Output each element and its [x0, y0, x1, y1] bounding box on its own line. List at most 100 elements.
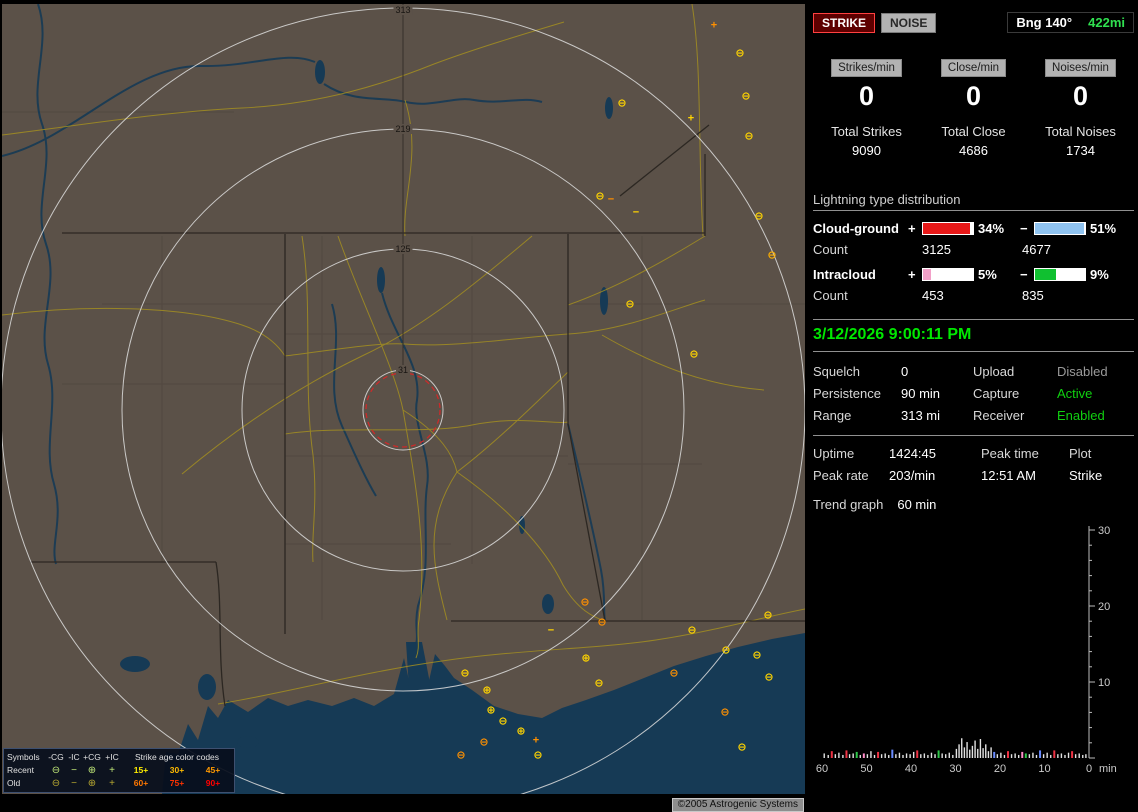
uptime-value: 1424:45 — [889, 446, 981, 461]
legend-symbols-header: Symbols — [7, 751, 47, 764]
capture-status: Active — [1057, 386, 1129, 401]
plot-label: Plot — [1069, 446, 1127, 461]
count-label: Count — [813, 242, 908, 257]
plus-sign: + — [908, 267, 922, 282]
total-close-value: 4686 — [920, 143, 1027, 158]
svg-text:10: 10 — [1038, 763, 1050, 774]
total-noises-value: 1734 — [1027, 143, 1134, 158]
upload-status: Disabled — [1057, 364, 1129, 379]
legend-type-header: +CG — [83, 751, 101, 764]
panel-topbar: STRIKE NOISE Bng 140° 422mi — [813, 12, 1134, 33]
squelch-label: Squelch — [813, 364, 901, 379]
datetime-box: 3/12/2026 9:00:11 PM — [813, 319, 1134, 352]
datetime-value: 3/12/2026 9:00:11 PM — [813, 326, 1134, 344]
trend-window-value: 60 min — [897, 497, 936, 512]
intracloud-pos-bar — [922, 268, 974, 281]
legend-age-30: 30+ — [159, 764, 195, 777]
intracloud-pos-count: 453 — [922, 288, 1022, 303]
intracloud-neg-bar — [1034, 268, 1086, 281]
intracloud-neg-pct: 9% — [1086, 267, 1128, 282]
legend-symbol-ic-pos: + — [101, 764, 123, 777]
legend-type-header: -CG — [47, 751, 65, 764]
intracloud-pos-pct: 5% — [974, 267, 1020, 282]
bearing-display: Bng 140° 422mi — [1007, 12, 1134, 33]
legend-age-15: 15+ — [123, 764, 159, 777]
copyright-label: ©2005 Astrogenic Systems — [672, 798, 804, 812]
legend-row-recent: Recent — [7, 764, 47, 777]
trend-header: Trend graph 60 min — [813, 497, 1134, 512]
squelch-value: 0 — [901, 364, 973, 379]
bearing-distance: 422mi — [1088, 15, 1125, 30]
strikes-per-min-chip[interactable]: Strikes/min — [831, 59, 902, 77]
rates-row: Strikes/min 0 Close/min 0 Noises/min 0 — [813, 59, 1134, 112]
legend-symbol-ic-neg: − — [65, 777, 83, 790]
cloud-ground-pos-count: 3125 — [922, 242, 1022, 257]
total-strikes-label: Total Strikes — [813, 124, 920, 139]
cloud-ground-label: Cloud-ground — [813, 221, 908, 236]
legend-symbol-ic-pos: + — [101, 777, 123, 790]
capture-label: Capture — [973, 386, 1057, 401]
legend-symbol-cg-neg: ⊖ — [47, 777, 65, 790]
peak-time-label: Peak time — [981, 446, 1069, 461]
map-legend: Symbols -CG -IC +CG +IC Strike age color… — [3, 748, 235, 793]
peak-rate-label: Peak rate — [813, 468, 889, 483]
distribution-heading: Lightning type distribution — [813, 192, 1134, 211]
cloud-ground-neg-bar — [1034, 222, 1086, 235]
total-close: Total Close 4686 — [920, 124, 1027, 158]
strike-button[interactable]: STRIKE — [813, 13, 875, 33]
peak-rate-value: 203/min — [889, 468, 981, 483]
intracloud-count-row: Count 453 835 — [813, 288, 1134, 303]
persistence-value: 90 min — [901, 386, 973, 401]
noise-button[interactable]: NOISE — [881, 13, 936, 33]
minus-sign: − — [1020, 221, 1034, 236]
close-per-min: Close/min 0 — [920, 59, 1027, 112]
svg-text:min: min — [1099, 763, 1117, 774]
receiver-status: Enabled — [1057, 408, 1129, 423]
status-panel: STRIKE NOISE Bng 140° 422mi Strikes/min … — [813, 4, 1134, 808]
bearing-value: Bng 140° — [1016, 15, 1072, 30]
uptime-label: Uptime — [813, 446, 889, 461]
svg-text:30: 30 — [1098, 525, 1110, 537]
cloud-ground-pos-pct: 34% — [974, 221, 1020, 236]
receiver-label: Receiver — [973, 408, 1057, 423]
total-noises-label: Total Noises — [1027, 124, 1134, 139]
trend-graph-label: Trend graph — [813, 497, 883, 512]
legend-type-header: +IC — [101, 751, 123, 764]
svg-text:40: 40 — [905, 763, 917, 774]
svg-text:0: 0 — [1086, 763, 1092, 774]
legend-age-90: 90+ — [195, 777, 231, 790]
close-per-min-chip[interactable]: Close/min — [941, 59, 1006, 77]
totals-row: Total Strikes 9090 Total Close 4686 Tota… — [813, 124, 1134, 158]
intracloud-label: Intracloud — [813, 267, 908, 282]
legend-age-45: 45+ — [195, 764, 231, 777]
peak-time-value: 12:51 AM — [981, 468, 1069, 483]
legend-age-header: Strike age color codes — [123, 751, 231, 764]
legend-type-header: -IC — [65, 751, 83, 764]
cloud-ground-count-row: Count 3125 4677 — [813, 242, 1134, 257]
noises-per-min-chip[interactable]: Noises/min — [1045, 59, 1116, 77]
svg-text:10: 10 — [1098, 677, 1110, 689]
strike-map[interactable]: 31125219313 +⊖⊖⊖+⊖⊖−−⊖⊖⊖⊖⊖⊖⊖−⊖⊖⊖⊖⊖⊕⊕⊖⊕+⊖… — [2, 4, 805, 794]
legend-row-old: Old — [7, 777, 47, 790]
svg-text:20: 20 — [1098, 601, 1110, 613]
info-grid: Uptime 1424:45 Peak time Plot Peak rate … — [813, 446, 1134, 483]
count-label: Count — [813, 288, 908, 303]
settings-grid: Squelch 0 Upload Disabled Persistence 90… — [813, 364, 1134, 423]
noises-per-min: Noises/min 0 — [1027, 59, 1134, 112]
strikes-per-min-value: 0 — [813, 81, 920, 112]
cloud-ground-row: Cloud-ground + 34% − 51% — [813, 221, 1134, 236]
cloud-ground-neg-pct: 51% — [1086, 221, 1128, 236]
range-label: Range — [813, 408, 901, 423]
strikes-per-min: Strikes/min 0 — [813, 59, 920, 112]
intracloud-neg-count: 835 — [1022, 288, 1132, 303]
minus-sign: − — [1020, 267, 1034, 282]
divider — [813, 435, 1134, 436]
legend-symbol-cg-neg: ⊖ — [47, 764, 65, 777]
svg-text:60: 60 — [816, 763, 828, 774]
legend-symbol-cg-pos: ⊕ — [83, 764, 101, 777]
total-strikes: Total Strikes 9090 — [813, 124, 920, 158]
range-value: 313 mi — [901, 408, 973, 423]
noises-per-min-value: 0 — [1027, 81, 1134, 112]
svg-text:30: 30 — [949, 763, 961, 774]
cloud-ground-pos-bar — [922, 222, 974, 235]
